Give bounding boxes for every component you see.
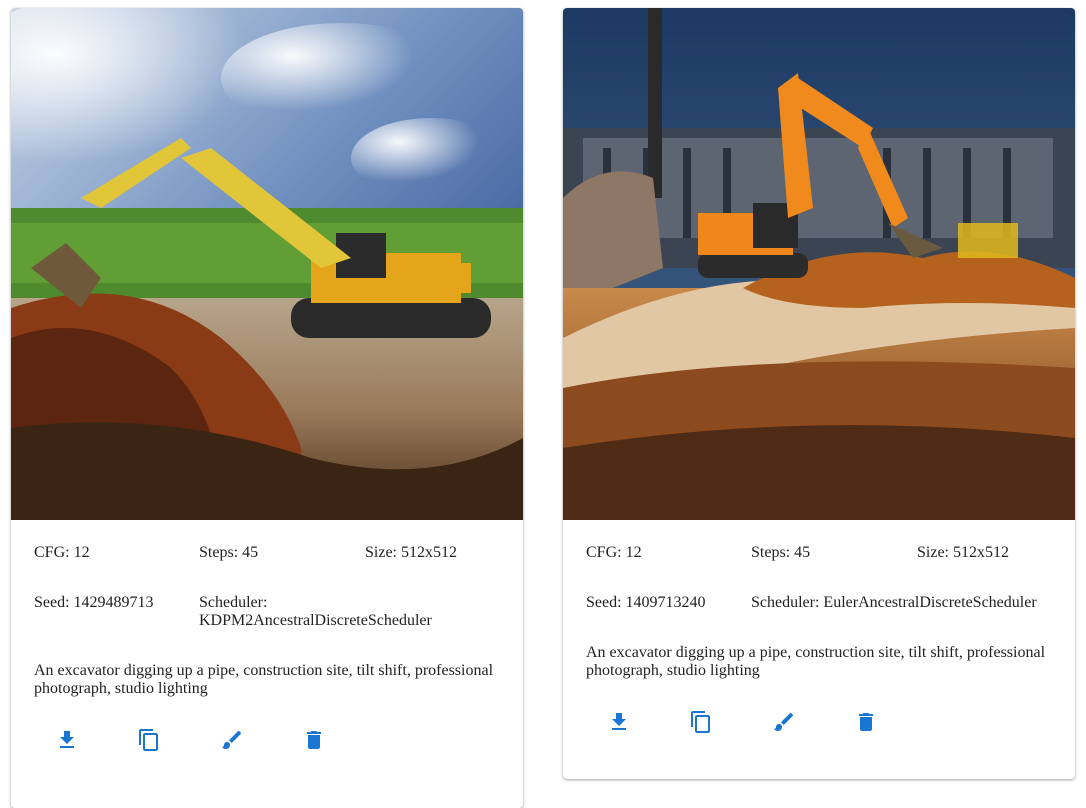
copy-icon [691, 711, 710, 733]
delete-icon [307, 731, 321, 749]
image-metadata: CFG: 12 Steps: 45 Size: 512x512 Seed: 14… [11, 520, 523, 780]
excavator-photo-1 [11, 8, 523, 520]
image-metadata: CFG: 12 Steps: 45 Size: 512x512 Seed: 14… [563, 520, 1075, 779]
download-button[interactable] [599, 702, 639, 742]
size-value: Size: 512x512 [917, 544, 1009, 561]
cfg-value: CFG: 12 [34, 544, 90, 561]
scheduler-label: Scheduler: [199, 594, 268, 611]
download-button[interactable] [47, 720, 87, 760]
download-icon [612, 713, 626, 730]
edit-button[interactable] [764, 702, 804, 742]
prompt-text: An excavator digging up a pipe, construc… [34, 662, 494, 697]
edit-button[interactable] [212, 720, 252, 760]
size-value: Size: 512x512 [365, 544, 457, 561]
prompt-text: An excavator digging up a pipe, construc… [586, 644, 1046, 679]
steps-value: Steps: 45 [751, 544, 811, 561]
delete-button[interactable] [294, 720, 334, 760]
delete-icon [859, 713, 873, 731]
download-icon [60, 731, 74, 748]
image-card: CFG: 12 Steps: 45 Size: 512x512 Seed: 14… [563, 8, 1075, 779]
generated-image[interactable] [563, 8, 1075, 520]
cfg-value: CFG: 12 [586, 544, 642, 561]
brush-icon [774, 712, 794, 731]
image-card: CFG: 12 Steps: 45 Size: 512x512 Seed: 14… [11, 8, 523, 808]
generated-image[interactable] [11, 8, 523, 520]
scheduler-value: KDPM2AncestralDiscreteScheduler [199, 612, 432, 629]
seed-value: Seed: 1409713240 [586, 594, 706, 611]
delete-button[interactable] [846, 702, 886, 742]
scheduler-value: Scheduler: EulerAncestralDiscreteSchedul… [751, 594, 1037, 611]
copy-button[interactable] [129, 720, 169, 760]
copy-icon [139, 729, 158, 751]
brush-icon [222, 730, 242, 749]
steps-value: Steps: 45 [199, 544, 259, 561]
excavator-photo-2 [563, 8, 1075, 520]
seed-value: Seed: 1429489713 [34, 594, 154, 611]
copy-button[interactable] [681, 702, 721, 742]
